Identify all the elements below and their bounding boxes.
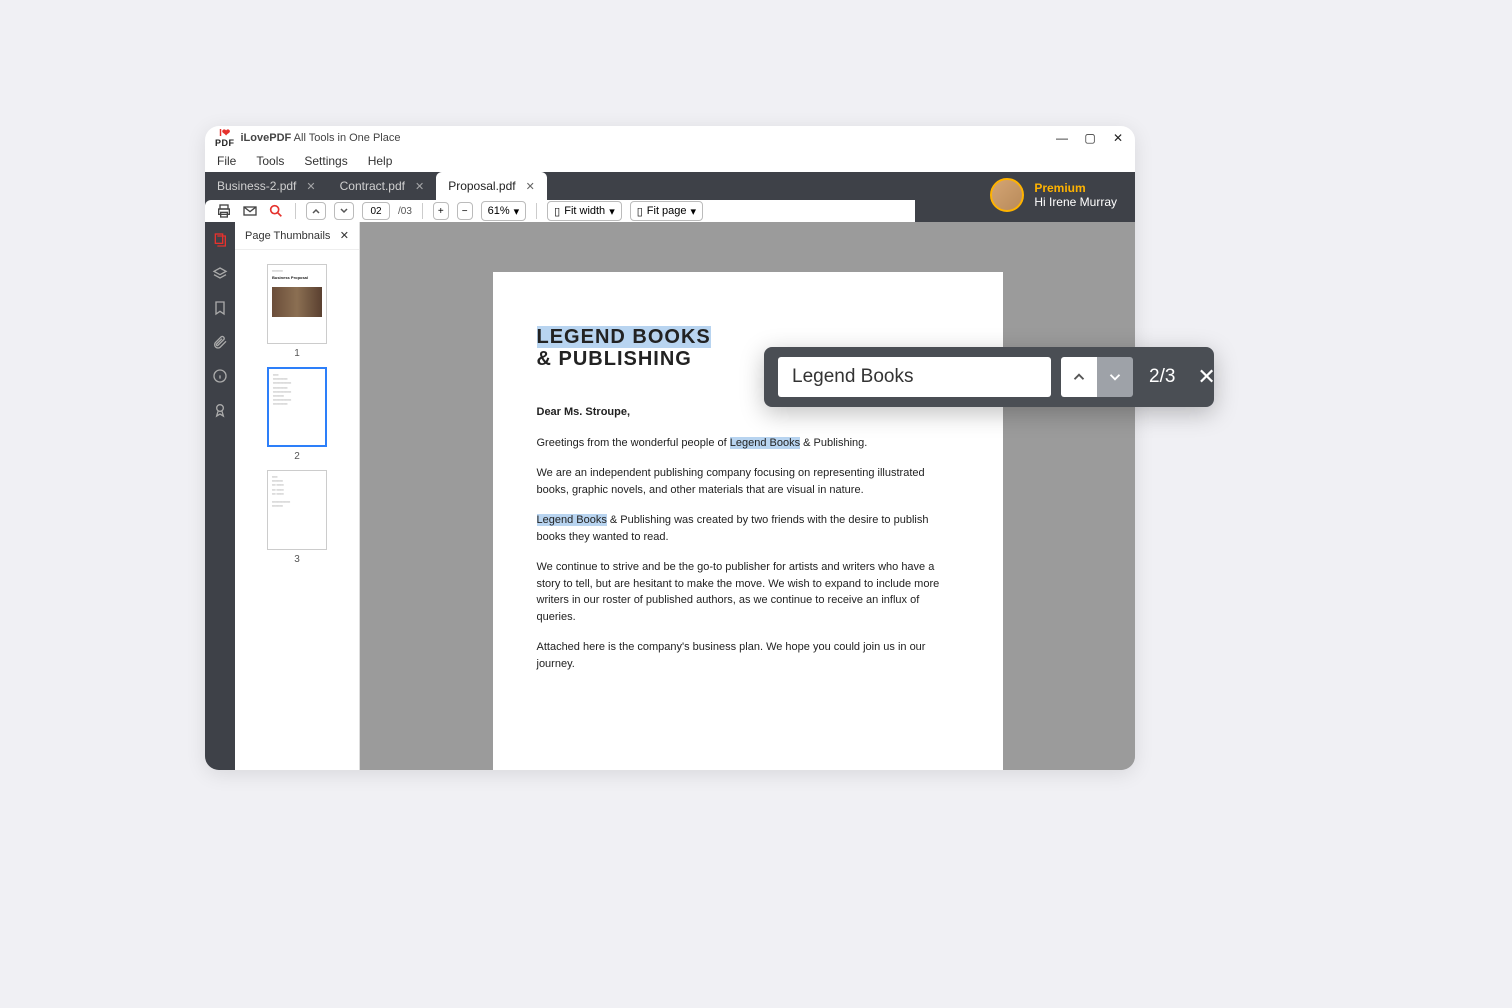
logo-pdf-text: PDF xyxy=(215,139,235,148)
tab-close-icon[interactable]: ✕ xyxy=(306,180,315,193)
prev-page-button[interactable] xyxy=(306,202,326,220)
zoom-dropdown[interactable]: 61% ▾ xyxy=(481,201,527,221)
search-highlight: Legend Books xyxy=(537,514,607,526)
menu-file[interactable]: File xyxy=(217,154,236,168)
letter-body: Dear Ms. Stroupe, Greetings from the won… xyxy=(537,404,959,672)
bookmark-icon[interactable] xyxy=(212,300,228,316)
close-button[interactable]: ✕ xyxy=(1111,131,1125,145)
document-viewer[interactable]: LEGEND BOOKS & PUBLISHING Dear Ms. Strou… xyxy=(360,222,1135,770)
thumbnails-list: ━━━━━━ Business Proposal 1 ━━━━━━━━━━━━━… xyxy=(235,250,359,770)
layers-icon[interactable] xyxy=(212,266,228,282)
thumbnail-item[interactable]: ━━━━━━━━━━━━━━━━━━━━━━━━━━━━━━━━━━━━━━━━… xyxy=(267,367,327,462)
tab-label: Business-2.pdf xyxy=(217,179,296,193)
thumbnail-item[interactable]: ━━━━━━━━━━━ ━━━━━━ ━━━━━━ ━━━━━━━━━━━━━━… xyxy=(267,470,327,565)
chevron-down-icon: ▾ xyxy=(514,205,520,218)
ribbon-icon[interactable] xyxy=(212,402,228,418)
search-icon[interactable] xyxy=(267,202,285,220)
menu-tools[interactable]: Tools xyxy=(256,154,284,168)
search-nav-group xyxy=(1061,357,1133,397)
paragraph-1: Greetings from the wonderful people of L… xyxy=(537,435,959,452)
thumbnail-2[interactable]: ━━━━━━━━━━━━━━━━━━━━━━━━━━━━━━━━━━━━━━━━… xyxy=(267,367,327,447)
menu-help[interactable]: Help xyxy=(368,154,393,168)
search-prev-button[interactable] xyxy=(1061,357,1097,397)
heading-highlight: LEGEND BOOKS xyxy=(537,326,711,348)
search-result-count: 2/3 xyxy=(1149,366,1175,388)
tab-label: Proposal.pdf xyxy=(448,179,515,193)
thumbnails-panel: Page Thumbnails ✕ ━━━━━━ Business Propos… xyxy=(235,222,360,770)
page-number-input[interactable] xyxy=(362,202,390,220)
tab-contract[interactable]: Contract.pdf ✕ xyxy=(328,172,437,200)
search-next-button[interactable] xyxy=(1097,357,1133,397)
zoom-out-button[interactable]: − xyxy=(457,202,473,220)
toolbar: /03 + − 61% ▾ ▯ Fit width ▾ ▯ Fit page ▾ xyxy=(205,200,915,222)
user-block[interactable]: Premium Hi Irene Murray xyxy=(990,178,1117,212)
content-area: Page Thumbnails ✕ ━━━━━━ Business Propos… xyxy=(205,222,1135,770)
thumbnails-title: Page Thumbnails xyxy=(245,230,330,242)
maximize-button[interactable]: ▢ xyxy=(1083,131,1097,145)
paragraph-2: We are an independent publishing company… xyxy=(537,465,959,498)
menu-settings[interactable]: Settings xyxy=(304,154,347,168)
fit-page-dropdown[interactable]: ▯ Fit page ▾ xyxy=(630,201,703,221)
heading-line2: & PUBLISHING xyxy=(537,348,692,370)
avatar xyxy=(990,178,1024,212)
tab-close-icon[interactable]: ✕ xyxy=(526,180,535,193)
thumbnail-item[interactable]: ━━━━━━ Business Proposal 1 xyxy=(267,264,327,359)
search-bar: 2/3 ✕ xyxy=(764,347,1214,407)
thumb-cover-image xyxy=(272,287,322,317)
menubar: File Tools Settings Help xyxy=(205,150,1135,172)
premium-badge: Premium xyxy=(1034,181,1117,195)
thumbnail-number: 2 xyxy=(294,451,300,462)
titlebar: I❤ PDF iLovePDF All Tools in One Place —… xyxy=(205,126,1135,150)
icon-rail xyxy=(205,222,235,770)
separator xyxy=(422,203,423,219)
user-text: Premium Hi Irene Murray xyxy=(1034,181,1117,209)
search-highlight: Legend Books xyxy=(730,437,800,449)
chevron-down-icon: ▾ xyxy=(691,205,697,218)
page-total: /03 xyxy=(398,206,412,217)
tab-business[interactable]: Business-2.pdf ✕ xyxy=(205,172,328,200)
separator xyxy=(536,203,537,219)
zoom-in-button[interactable]: + xyxy=(433,202,449,220)
tabs-row: Business-2.pdf ✕ Contract.pdf ✕ Proposal… xyxy=(205,172,1135,222)
mail-icon[interactable] xyxy=(241,202,259,220)
window-controls: — ▢ ✕ xyxy=(1055,131,1125,145)
chevron-down-icon: ▾ xyxy=(609,205,615,218)
paragraph-3: Legend Books & Publishing was created by… xyxy=(537,512,959,545)
thumbnail-number: 1 xyxy=(294,348,300,359)
separator xyxy=(295,203,296,219)
thumbnail-1[interactable]: ━━━━━━ Business Proposal xyxy=(267,264,327,344)
logo-heart-icon: I❤ xyxy=(219,129,230,139)
thumbnail-number: 3 xyxy=(294,554,300,565)
user-greeting: Hi Irene Murray xyxy=(1034,195,1117,209)
tab-close-icon[interactable]: ✕ xyxy=(415,180,424,193)
app-logo: I❤ PDF xyxy=(215,129,235,148)
search-input[interactable] xyxy=(778,357,1051,397)
paragraph-4: We continue to strive and be the go-to p… xyxy=(537,559,959,625)
next-page-button[interactable] xyxy=(334,202,354,220)
print-icon[interactable] xyxy=(215,202,233,220)
info-icon[interactable] xyxy=(212,368,228,384)
minimize-button[interactable]: — xyxy=(1055,131,1069,145)
thumbnails-icon[interactable] xyxy=(212,232,228,248)
app-window: I❤ PDF iLovePDF All Tools in One Place —… xyxy=(205,126,1135,770)
window-title: iLovePDF All Tools in One Place xyxy=(241,132,401,144)
thumbnails-header: Page Thumbnails ✕ xyxy=(235,222,359,250)
panel-close-icon[interactable]: ✕ xyxy=(340,229,349,242)
search-close-icon[interactable]: ✕ xyxy=(1197,365,1215,389)
tab-proposal[interactable]: Proposal.pdf ✕ xyxy=(436,172,547,200)
thumb-cover-title: Business Proposal xyxy=(272,275,322,281)
fit-width-dropdown[interactable]: ▯ Fit width ▾ xyxy=(547,201,622,221)
thumbnail-3[interactable]: ━━━━━━━━━━━ ━━━━━━ ━━━━━━ ━━━━━━━━━━━━━━… xyxy=(267,470,327,550)
tab-label: Contract.pdf xyxy=(340,179,405,193)
attachment-icon[interactable] xyxy=(212,334,228,350)
paragraph-5: Attached here is the company's business … xyxy=(537,639,959,672)
